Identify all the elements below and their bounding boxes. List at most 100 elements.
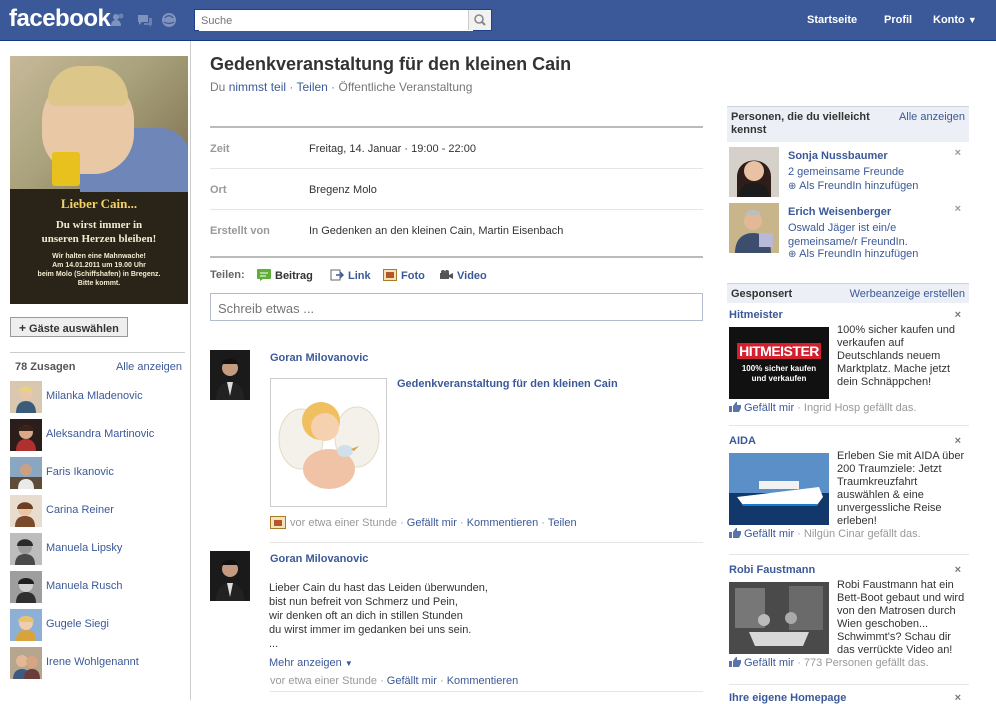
avatar[interactable] bbox=[10, 495, 42, 527]
avatar[interactable] bbox=[10, 609, 42, 641]
nav-profile[interactable]: Profil bbox=[884, 14, 912, 26]
info-row-creator: Erstellt von In Gedenken an den kleinen … bbox=[210, 210, 703, 250]
creator-link[interactable]: In Gedenken an den kleinen Cain, Martin … bbox=[309, 225, 563, 237]
attendee-item[interactable]: Gugele Siegi bbox=[10, 609, 185, 641]
ad-image[interactable]: HITMEISTER 100% sicher kaufen und verkauf… bbox=[729, 327, 829, 399]
ad-body[interactable]: 100% sicher kaufen und verkaufen auf Deu… bbox=[837, 324, 965, 389]
avatar[interactable] bbox=[10, 533, 42, 565]
pymk-mutual[interactable]: 2 gemeinsame Freunde bbox=[788, 165, 968, 179]
attendee-name[interactable]: Faris Ikanovic bbox=[46, 466, 114, 478]
pymk-show-all[interactable]: Alle anzeigen bbox=[899, 111, 965, 123]
ad-image[interactable] bbox=[729, 582, 829, 654]
comment-link[interactable]: Kommentieren bbox=[467, 517, 539, 529]
ad-image-tagline: 100% sicher kaufen und verkaufen bbox=[729, 364, 829, 384]
close-icon[interactable]: × bbox=[955, 147, 961, 159]
ad-like-link[interactable]: Gefällt mir bbox=[744, 528, 794, 540]
attendee-name[interactable]: Irene Wohlgenannt bbox=[46, 656, 139, 668]
ad-like-link[interactable]: Gefällt mir bbox=[744, 402, 794, 414]
ad-title[interactable]: AIDA bbox=[729, 435, 756, 447]
ad-image[interactable] bbox=[729, 453, 829, 525]
avatar[interactable] bbox=[210, 551, 250, 601]
messages-icon[interactable] bbox=[137, 12, 153, 28]
add-friend-label: Als FreundIn hinzufügen bbox=[799, 248, 919, 260]
share-event-link[interactable]: Teilen bbox=[296, 80, 327, 94]
like-link[interactable]: Gefällt mir bbox=[407, 517, 457, 529]
ad-body[interactable]: Robi Faustmann hat ein Bett-Boot gebaut … bbox=[837, 579, 965, 657]
add-friend-link[interactable]: ⊕ Als FreundIn hinzufügen bbox=[788, 180, 918, 192]
attending-show-all[interactable]: Alle anzeigen bbox=[116, 361, 182, 373]
event-photo[interactable]: Lieber Cain... Du wirst immer in unseren … bbox=[10, 56, 188, 304]
story-author[interactable]: Goran Milovanovic bbox=[270, 352, 368, 364]
select-guests-label: Gäste auswählen bbox=[29, 323, 119, 335]
avatar[interactable] bbox=[729, 203, 779, 253]
rsvp-status-link[interactable]: nimmst teil bbox=[229, 80, 286, 94]
ad-title[interactable]: Robi Faustmann bbox=[729, 564, 815, 576]
search-input[interactable] bbox=[199, 11, 473, 31]
create-ad-link[interactable]: Werbeanzeige erstellen bbox=[850, 288, 965, 300]
ad-title[interactable]: Ihre eigene Homepage bbox=[729, 692, 846, 704]
avatar[interactable] bbox=[10, 647, 42, 679]
photo-small4: Bitte kommt. bbox=[77, 280, 121, 287]
pymk-name[interactable]: Erich Weisenberger bbox=[788, 206, 891, 218]
attendee-name[interactable]: Aleksandra Martinovic bbox=[46, 428, 154, 440]
attendee-name[interactable]: Gugele Siegi bbox=[46, 618, 109, 630]
avatar[interactable] bbox=[10, 571, 42, 603]
pymk-name[interactable]: Sonja Nussbaumer bbox=[788, 150, 888, 162]
close-icon[interactable]: × bbox=[955, 203, 961, 215]
story-time[interactable]: vor etwa einer Stunde bbox=[290, 517, 397, 529]
story-author[interactable]: Goran Milovanovic bbox=[270, 553, 368, 565]
attendee-item[interactable]: Manuela Rusch bbox=[10, 571, 185, 603]
facebook-logo[interactable]: facebook bbox=[9, 5, 111, 33]
share-link-tab[interactable]: Link bbox=[330, 269, 371, 282]
close-icon[interactable]: × bbox=[955, 692, 961, 704]
right-column: Personen, die du vielleicht kennst Alle … bbox=[721, 41, 996, 704]
nav-account[interactable]: Konto ▼ bbox=[933, 14, 977, 26]
attendee-item[interactable]: Aleksandra Martinovic bbox=[10, 419, 185, 451]
comment-link[interactable]: Kommentieren bbox=[447, 675, 519, 687]
avatar[interactable] bbox=[10, 457, 42, 489]
search-button[interactable] bbox=[468, 10, 491, 30]
show-more-link[interactable]: Mehr anzeigen ▼ bbox=[269, 657, 353, 669]
story-attachment-image[interactable] bbox=[270, 378, 387, 507]
info-label: Erstellt von bbox=[210, 225, 270, 237]
attendee-name[interactable]: Manuela Lipsky bbox=[46, 542, 122, 554]
story-footer: vor etwa einer Stunde · Gefällt mir · Ko… bbox=[270, 516, 577, 529]
divider bbox=[729, 684, 969, 685]
friend-requests-icon[interactable] bbox=[110, 12, 126, 28]
share-link[interactable]: Teilen bbox=[548, 517, 577, 529]
story-time[interactable]: vor etwa einer Stunde bbox=[270, 675, 377, 687]
status-input[interactable] bbox=[216, 297, 690, 319]
avatar[interactable] bbox=[10, 419, 42, 451]
info-row-time: Zeit Freitag, 14. Januar · 19:00 - 22:00 bbox=[210, 128, 703, 169]
attendee-item[interactable]: Manuela Lipsky bbox=[10, 533, 185, 565]
add-friend-icon: ⊕ bbox=[788, 181, 800, 192]
message-line: Lieber Cain du hast das Leiden überwunde… bbox=[269, 582, 488, 594]
ad-title[interactable]: Hitmeister bbox=[729, 309, 783, 321]
attendee-item[interactable]: Milanka Mladenovic bbox=[10, 381, 185, 413]
attendee-name[interactable]: Manuela Rusch bbox=[46, 580, 122, 592]
nav-home[interactable]: Startseite bbox=[807, 14, 857, 26]
ad-like-link[interactable]: Gefällt mir bbox=[744, 657, 794, 669]
share-post-tab[interactable]: Beitrag bbox=[257, 269, 313, 282]
close-icon[interactable]: × bbox=[955, 309, 961, 321]
attendee-name[interactable]: Carina Reiner bbox=[46, 504, 114, 516]
notifications-icon[interactable] bbox=[161, 12, 177, 28]
close-icon[interactable]: × bbox=[955, 564, 961, 576]
divider bbox=[729, 554, 969, 555]
sponsored-header: Gesponsert Werbeanzeige erstellen bbox=[727, 283, 969, 303]
like-link[interactable]: Gefällt mir bbox=[387, 675, 437, 687]
avatar[interactable] bbox=[729, 147, 779, 197]
ad-body[interactable]: Erleben Sie mit AIDA über 200 Traumziele… bbox=[837, 450, 965, 528]
attendee-item[interactable]: Irene Wohlgenannt bbox=[10, 647, 185, 679]
select-guests-button[interactable]: + Gäste auswählen bbox=[10, 317, 128, 337]
avatar[interactable] bbox=[210, 350, 250, 400]
attendee-name[interactable]: Milanka Mladenovic bbox=[46, 390, 143, 402]
add-friend-link[interactable]: ⊕ Als FreundIn hinzufügen bbox=[788, 248, 918, 260]
avatar[interactable] bbox=[10, 381, 42, 413]
attendee-item[interactable]: Carina Reiner bbox=[10, 495, 185, 527]
share-photo-tab[interactable]: Foto bbox=[383, 269, 425, 282]
attendee-item[interactable]: Faris Ikanovic bbox=[10, 457, 185, 489]
share-video-tab[interactable]: Video bbox=[439, 269, 487, 282]
close-icon[interactable]: × bbox=[955, 435, 961, 447]
story-link-title[interactable]: Gedenkveranstaltung für den kleinen Cain bbox=[397, 378, 618, 390]
